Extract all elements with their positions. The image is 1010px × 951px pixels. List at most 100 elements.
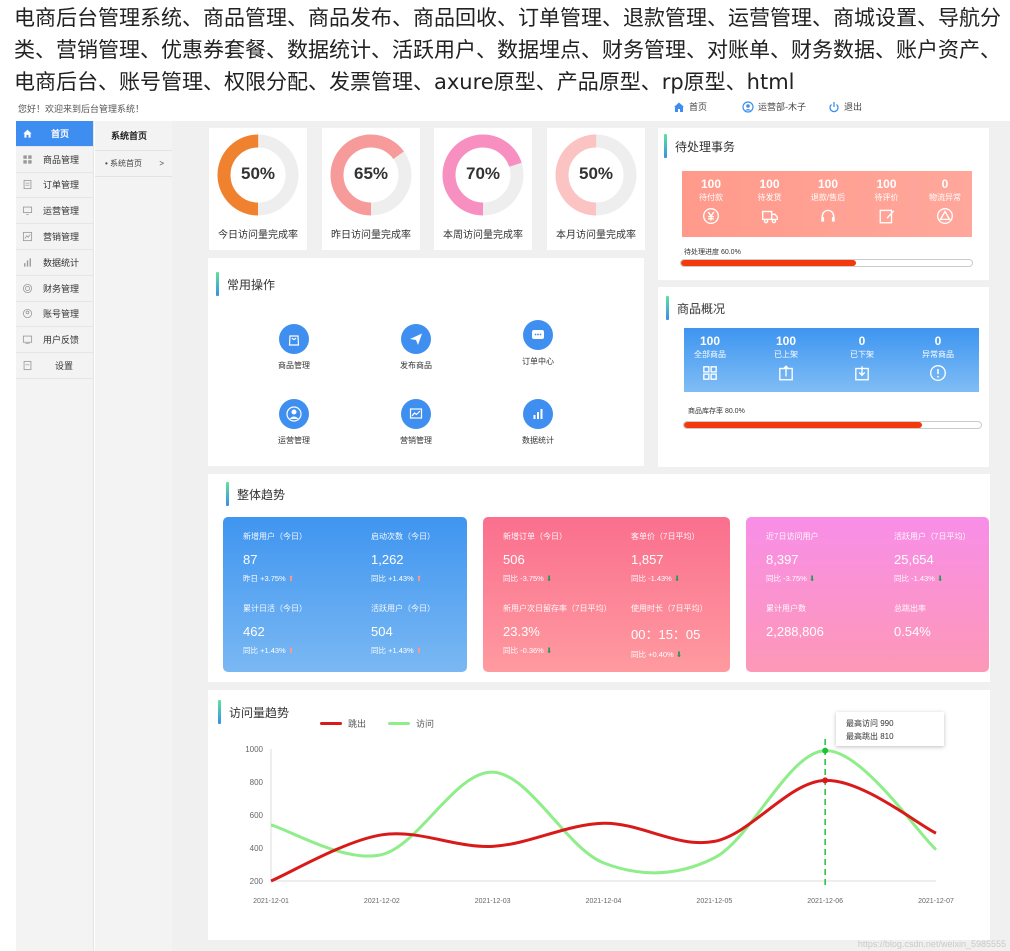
op-message[interactable]: 订单中心 <box>498 320 578 367</box>
task-stat[interactable]: 100 待评价 <box>857 177 917 225</box>
op-bag[interactable]: 商品管理 <box>254 324 334 371</box>
trend-metric-value: 1,857 <box>631 552 664 567</box>
op-person[interactable]: 运营管理 <box>254 399 334 446</box>
y-tick-label: 400 <box>250 844 264 853</box>
task-stat-num: 100 <box>817 177 839 191</box>
person-icon <box>286 406 302 422</box>
donut-percent: 50% <box>240 164 276 183</box>
op-label: 营销管理 <box>400 436 432 445</box>
sidebar-item-label: 商品管理 <box>43 154 80 165</box>
task-stat[interactable]: 100 待付款 <box>681 177 741 225</box>
monitor-icon <box>22 206 33 216</box>
task-stat-num: 100 <box>876 177 897 191</box>
task-progress-label: 待处理进度 60.0% <box>684 249 741 256</box>
trend-card: 新增订单（今日） 506 同比 -3.75% ⬇ 客单价（7日平均） 1,857 … <box>483 517 730 672</box>
download-icon <box>855 366 869 381</box>
top-home-link[interactable]: 首页 <box>673 100 707 113</box>
y-tick-label: 200 <box>250 877 264 886</box>
top-user-label: 运营部-木子 <box>758 102 806 112</box>
user-circle-icon <box>22 309 33 319</box>
overall-trend-title: 整体趋势 <box>226 482 285 506</box>
goods-progress-label: 商品库存率 80.0% <box>688 408 745 415</box>
trend-metric-title: 活跃用户（7日平均） <box>894 532 971 541</box>
goods-stat[interactable]: 100 已上架 <box>756 334 816 382</box>
sidebar-item-4[interactable]: 营销管理 <box>16 224 93 250</box>
bar-chart-icon <box>533 409 543 419</box>
donut-card: 65% 昨日访问量完成率 <box>322 128 420 250</box>
donut-card: 50% 今日访问量完成率 <box>209 128 307 250</box>
edit-icon <box>879 209 894 224</box>
sidebar-item-3[interactable]: 运营管理 <box>16 198 93 225</box>
goods-stat[interactable]: 0 异常商品 <box>908 334 968 382</box>
donut-label: 本周访问量完成率 <box>443 230 523 241</box>
trend-metric: 启动次数（今日） 1,262 同比 +1.43% ⬆ <box>371 531 435 584</box>
goods-stat-num: 100 <box>699 334 721 348</box>
trend-metric-value: 506 <box>503 552 525 567</box>
task-stat-num: 100 <box>700 177 722 191</box>
upload-icon <box>779 365 793 381</box>
arrow-down-icon: ⬇ <box>936 574 944 583</box>
logout-button[interactable]: 退出 <box>828 100 862 113</box>
sidebar-item-1[interactable]: 商品管理 <box>16 147 93 173</box>
goods-stat[interactable]: 100 全部商品 <box>680 334 740 382</box>
x-tick-label: 2021-12-03 <box>475 898 511 905</box>
goods-stat-label: 已上架 <box>774 350 798 359</box>
sub-sidebar-item-home[interactable]: • 系统首页 > <box>95 151 172 177</box>
trend-metric: 使用时长（7日平均） 00：15：05 同比 +0.40% ⬇ <box>631 603 707 660</box>
series-point <box>822 747 829 754</box>
chevron-right-icon: > <box>159 159 164 168</box>
trend-metric-change: 同比 -1.43% ⬇ <box>631 574 681 583</box>
x-tick-label: 2021-12-01 <box>253 898 289 905</box>
sidebar: 首页商品管理订单管理 运营管理 营销管理数据统计财务管理 账号管理 用户反馈 设置 <box>16 121 94 951</box>
trend-metric: 新用户次日留存率（7日平均） 23.3% 同比 -0.36% ⬇ <box>503 603 611 656</box>
top-user-link[interactable]: 运营部-木子 <box>742 100 806 113</box>
sidebar-item-9[interactable]: 设置 <box>16 353 93 379</box>
task-stat-label: 退款/售后 <box>810 193 846 202</box>
trend-metric-value: 462 <box>243 624 265 639</box>
trend-metric-title: 使用时长（7日平均） <box>631 604 708 613</box>
donut-percent: 50% <box>578 164 614 183</box>
series-line <box>270 749 938 875</box>
sidebar-item-2[interactable]: 订单管理 <box>16 173 93 199</box>
donut-card: 50% 本月访问量完成率 <box>547 128 645 250</box>
op-label: 商品管理 <box>278 361 310 370</box>
top-home-label: 首页 <box>689 102 708 112</box>
trend-metric: 客单价（7日平均） 1,857 同比 -1.43% ⬇ <box>631 531 699 584</box>
legend-visit[interactable]: 访问 <box>388 717 434 730</box>
trend-card: 新增用户（今日） 87 昨日 +3.75% ⬆ 启动次数（今日） 1,262 同比… <box>223 517 467 672</box>
task-stat[interactable]: 100 退款/售后 <box>798 177 858 225</box>
trend-metric-value: 504 <box>371 624 393 639</box>
op-line-chart[interactable]: 营销管理 <box>376 399 456 446</box>
x-tick-label: 2021-12-04 <box>586 898 622 905</box>
sidebar-item-label: 数据统计 <box>43 257 80 268</box>
paper-plane-icon <box>410 333 422 345</box>
sidebar-item-7[interactable]: 账号管理 <box>16 302 93 328</box>
task-stat-num: 100 <box>759 177 780 191</box>
goods-stat[interactable]: 0 已下架 <box>832 334 892 382</box>
legend-bounce[interactable]: 跳出 <box>320 717 366 730</box>
headset-icon <box>821 209 835 222</box>
top-bar: 您好！欢迎来到后台管理系统！ 首页 运营部-木子 退出 <box>16 98 1010 120</box>
goods-overview-box: 100 全部商品 100 已上架 0 已下架 0 异常商品 <box>684 328 979 392</box>
op-paper-plane[interactable]: 发布商品 <box>376 324 456 371</box>
series-point <box>822 777 829 784</box>
trend-metric-value: 00：15：05 <box>631 627 701 642</box>
task-stat[interactable]: 0 物流异常 <box>915 177 975 225</box>
task-stat[interactable]: 100 待发货 <box>740 177 800 225</box>
goods-progress-bar <box>683 421 982 429</box>
donut-label: 今日访问量完成率 <box>218 230 298 241</box>
sidebar-item-0[interactable]: 首页 <box>16 121 93 147</box>
sidebar-item-5[interactable]: 数据统计 <box>16 250 93 276</box>
order-icon <box>23 180 32 190</box>
sidebar-item-8[interactable]: 用户反馈 <box>16 327 93 354</box>
arrow-down-icon: ⬇ <box>808 574 816 583</box>
warning-icon <box>937 208 953 224</box>
series-line <box>270 778 937 883</box>
watermark: https://blog.csdn.net/weixin_5985555 <box>857 939 1006 949</box>
op-bar-chart[interactable]: 数据统计 <box>498 399 578 446</box>
banner-text: 电商后台管理系统、商品管理、商品发布、商品回收、订单管理、退款管理、运营管理、商… <box>14 6 1001 94</box>
trend-metric: 活跃用户（7日平均） 25,654 同比 -1.43% ⬇ <box>894 531 970 584</box>
donut-percent: 70% <box>465 164 501 183</box>
sidebar-item-6[interactable]: 财务管理 <box>16 276 93 302</box>
trend-metric-title: 累计用户数 <box>766 604 806 613</box>
